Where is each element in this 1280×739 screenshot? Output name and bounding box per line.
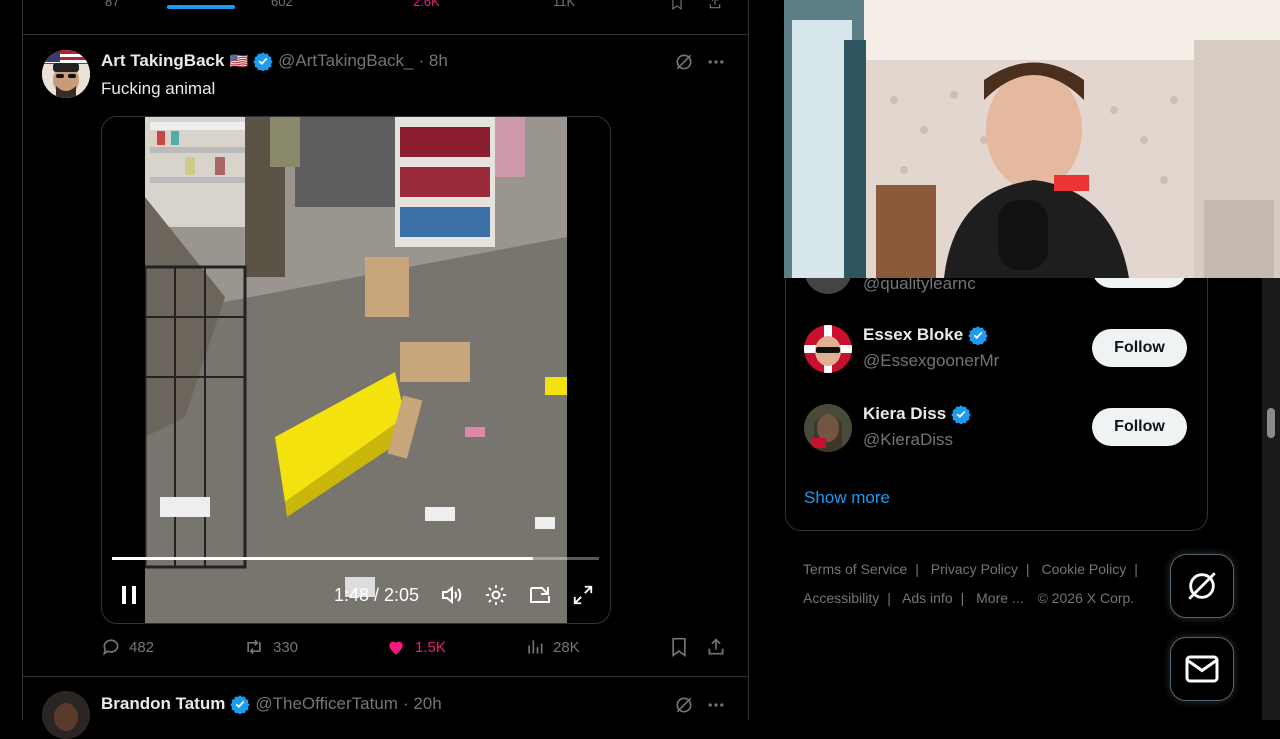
cookie-link[interactable]: Cookie Policy (1041, 561, 1126, 577)
video-player[interactable]: 1:48 / 2:05 (101, 116, 611, 624)
previous-tweet-actions: 87 602 2.6K 11K (23, 0, 748, 35)
video-time: 1:48 / 2:05 (334, 585, 420, 605)
heart-icon (389, 641, 403, 655)
settings-icon[interactable] (482, 575, 510, 615)
repost-count: 330 (273, 638, 299, 656)
grok-icon[interactable] (672, 50, 696, 74)
more-icon[interactable] (704, 50, 728, 74)
video-progress-fill (112, 557, 534, 560)
webcam-overlay (784, 0, 1280, 278)
show-more-link[interactable]: Show more (804, 488, 890, 508)
follow-handle[interactable]: @KieraDiss (863, 430, 953, 450)
avatar[interactable] (42, 50, 90, 98)
bookmark-icon[interactable] (669, 637, 689, 657)
video-progress-bar[interactable] (112, 557, 599, 560)
author-name[interactable]: Brandon Tatum (101, 694, 225, 714)
verified-badge-icon (951, 405, 971, 424)
previous-share-icon[interactable] (706, 0, 724, 10)
reply-button[interactable]: 482 (101, 637, 154, 657)
author-handle[interactable]: @ArtTakingBack_ (278, 51, 413, 71)
scrollbar[interactable] (1262, 278, 1280, 720)
avatar[interactable] (42, 691, 90, 739)
views-button[interactable]: 28K (525, 637, 580, 657)
view-count: 28K (553, 638, 580, 656)
reply-icon (103, 639, 119, 656)
scrollbar-thumb[interactable] (1267, 408, 1275, 438)
pause-icon[interactable] (114, 575, 144, 615)
fullscreen-icon[interactable] (569, 575, 597, 615)
feed-column: 87 602 2.6K 11K Art TakingBack 🇺🇸 @ArtTa… (22, 0, 749, 739)
verified-badge-icon (968, 326, 988, 345)
who-to-follow-panel: @qualitylearnc Essex Bloke @EssexgoonerM… (785, 268, 1208, 531)
follow-handle[interactable]: @EssexgoonerMr (863, 351, 999, 371)
repost-icon (247, 639, 261, 655)
messages-icon[interactable] (1170, 637, 1234, 701)
terms-link[interactable]: Terms of Service (803, 561, 907, 577)
pip-icon[interactable] (526, 575, 554, 615)
previous-repost-count[interactable]: 602 (271, 0, 293, 9)
footer-links: Terms of Service | Privacy Policy | Cookie… (803, 561, 1138, 606)
follow-suggestion[interactable]: Essex Bloke @EssexgoonerMr Follow (786, 325, 1207, 389)
like-count: 1.5K (415, 638, 446, 656)
verified-badge-icon (230, 695, 251, 714)
author-handle[interactable]: @TheOfficerTatum (255, 694, 398, 714)
accessibility-link[interactable]: Accessibility (803, 590, 879, 606)
video-controls: 1:48 / 2:05 (102, 575, 610, 615)
follow-name[interactable]: Essex Bloke (863, 325, 988, 345)
like-button[interactable]: 1.5K (385, 637, 446, 657)
more-link[interactable]: More ... (976, 590, 1023, 606)
follow-button[interactable]: Follow (1092, 408, 1187, 446)
author-name[interactable]: Art TakingBack (101, 51, 224, 71)
views-icon (528, 640, 543, 654)
previous-like-count[interactable]: 2.6K (413, 0, 440, 9)
follow-name-text[interactable]: Essex Bloke (863, 325, 963, 345)
previous-bookmark-icon[interactable] (668, 0, 686, 10)
ads-info-link[interactable]: Ads info (902, 590, 953, 606)
tweet-header: Art TakingBack 🇺🇸 @ArtTakingBack_ · 8h (101, 51, 448, 71)
avatar[interactable] (804, 404, 852, 452)
privacy-link[interactable]: Privacy Policy (931, 561, 1018, 577)
tweet-timestamp[interactable]: · 8h (419, 51, 448, 71)
video-frame[interactable] (145, 117, 567, 623)
previous-reply-count[interactable]: 87 (105, 0, 119, 9)
avatar[interactable] (804, 325, 852, 373)
copyright: © 2026 X Corp. (1037, 590, 1135, 606)
repost-button[interactable]: 330 (243, 637, 298, 657)
video-progress-indicator (167, 5, 235, 9)
reply-count: 482 (129, 638, 155, 656)
volume-icon[interactable] (438, 575, 466, 615)
grok-icon[interactable] (672, 693, 696, 717)
follow-name[interactable]: Kiera Diss (863, 404, 971, 424)
tweet-timestamp[interactable]: · 20h (403, 694, 442, 714)
tweet-actions: 482 330 1.5K 28K (101, 637, 726, 667)
tweet[interactable]: Brandon Tatum @TheOfficerTatum · 20h (23, 677, 748, 739)
tweet-text: Fucking animal (101, 79, 216, 98)
flag-emoji: 🇺🇸 (229, 53, 249, 70)
grok-icon[interactable] (1170, 554, 1234, 618)
more-icon[interactable] (704, 693, 728, 717)
share-icon[interactable] (706, 637, 726, 657)
follow-name-text[interactable]: Kiera Diss (863, 404, 946, 424)
follow-button[interactable]: Follow (1092, 329, 1187, 367)
follow-suggestion[interactable]: Kiera Diss @KieraDiss Follow (786, 404, 1207, 468)
tweet-header: Brandon Tatum @TheOfficerTatum · 20h (101, 694, 442, 714)
tweet[interactable]: Art TakingBack 🇺🇸 @ArtTakingBack_ · 8h F… (23, 34, 748, 677)
verified-badge-icon (253, 52, 273, 71)
previous-view-count[interactable]: 11K (553, 0, 575, 9)
